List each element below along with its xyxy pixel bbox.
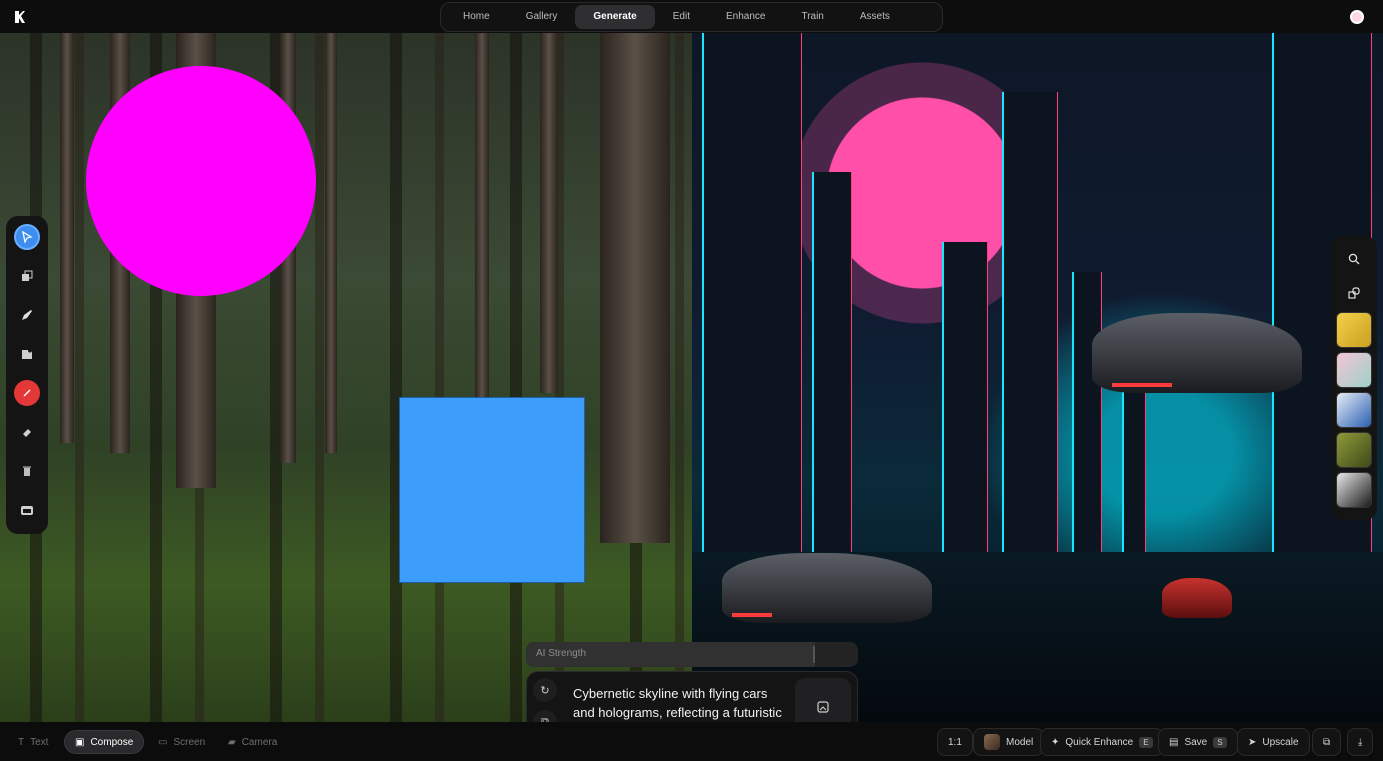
trash-icon: [23, 466, 31, 476]
upscale-label: Upscale: [1262, 736, 1299, 748]
quick-enhance-label: Quick Enhance: [1065, 736, 1134, 748]
save-label: Save: [1184, 736, 1208, 748]
eraser-icon: [23, 429, 31, 437]
text-icon: T: [18, 736, 25, 748]
sparkle-icon: ✦: [1051, 736, 1060, 748]
right-panel: [1331, 236, 1377, 520]
download-icon: ⤓: [1358, 736, 1363, 748]
model-label: Model: [1006, 736, 1034, 748]
user-avatar[interactable]: [1350, 10, 1364, 24]
capture-tool[interactable]: [14, 497, 40, 523]
nav-generate[interactable]: Generate: [575, 5, 655, 29]
color-tool[interactable]: [14, 380, 40, 406]
cursor-icon: [22, 231, 33, 243]
compose-icon: ▣: [75, 736, 85, 748]
style-thumbnail[interactable]: [1336, 312, 1372, 348]
nav-enhance[interactable]: Enhance: [708, 5, 783, 29]
nav-train[interactable]: Train: [783, 5, 841, 29]
layers-icon: [22, 270, 33, 281]
main-nav: Home Gallery Generate Edit Enhance Train…: [440, 2, 943, 32]
monitor-icon: ▭: [158, 736, 168, 748]
mode-text[interactable]: T Text: [8, 730, 58, 754]
send-icon: ➤: [1248, 736, 1257, 748]
eraser-tool[interactable]: [14, 419, 40, 445]
image-tool[interactable]: [14, 341, 40, 367]
camera-icon: ▰: [228, 736, 236, 748]
duplicate-button[interactable]: ⧉: [1312, 728, 1342, 756]
magenta-circle-shape[interactable]: [86, 66, 316, 296]
canvas[interactable]: [0, 33, 1383, 722]
cyber-city-image: [692, 33, 1383, 722]
model-button[interactable]: Model: [973, 728, 1045, 756]
mode-compose[interactable]: ▣ Compose: [64, 730, 145, 754]
pen-tool[interactable]: [14, 302, 40, 328]
image-add-icon: [22, 348, 32, 359]
nav-assets[interactable]: Assets: [842, 5, 908, 29]
nav-home[interactable]: Home: [445, 5, 508, 29]
reset-prompt-button[interactable]: ↻: [533, 678, 557, 702]
top-bar: Home Gallery Generate Edit Enhance Train…: [0, 0, 1383, 33]
tool-palette: [6, 216, 48, 534]
select-tool[interactable]: [14, 224, 40, 250]
search-button[interactable]: [1339, 244, 1369, 274]
refresh-icon: ↻: [540, 684, 550, 697]
pen-icon: [22, 310, 32, 320]
blue-square-shape[interactable]: [399, 397, 585, 583]
download-button[interactable]: ⤓: [1347, 728, 1374, 756]
ai-strength-handle[interactable]: [812, 646, 815, 663]
mode-camera[interactable]: ▰ Camera: [218, 730, 287, 754]
color-picker-icon: [23, 389, 31, 397]
copy-icon: ⧉: [1323, 736, 1331, 748]
save-button[interactable]: ▤ Save S: [1158, 728, 1238, 756]
style-thumbnail[interactable]: [1336, 432, 1372, 468]
search-icon: [1348, 253, 1360, 265]
style-reference-button[interactable]: [1339, 278, 1369, 308]
save-icon: ▤: [1169, 736, 1179, 748]
style-thumbnail[interactable]: [1336, 392, 1372, 428]
bottom-bar: T Text ▣ Compose ▭ Screen ▰ Camera 1:1 M…: [0, 722, 1383, 761]
mode-screen[interactable]: ▭ Screen: [148, 730, 215, 754]
app-logo-icon[interactable]: [14, 10, 26, 24]
nav-edit[interactable]: Edit: [655, 5, 708, 29]
aspect-ratio-button[interactable]: 1:1: [937, 728, 973, 756]
image-sparkle-icon: [816, 700, 829, 713]
ai-strength-slider[interactable]: AI Strength: [526, 642, 858, 667]
layers-tool[interactable]: [14, 263, 40, 289]
aspect-ratio-label: 1:1: [948, 736, 962, 748]
shapes-icon: [1348, 287, 1360, 299]
style-thumbnail[interactable]: [1336, 352, 1372, 388]
save-shortcut: S: [1213, 736, 1227, 748]
upscale-button[interactable]: ➤ Upscale: [1237, 728, 1310, 756]
delete-tool[interactable]: [14, 458, 40, 484]
quick-enhance-shortcut: E: [1139, 736, 1153, 748]
camera-frame-icon: [21, 506, 33, 515]
nav-gallery[interactable]: Gallery: [508, 5, 576, 29]
style-thumbnail[interactable]: [1336, 472, 1372, 508]
quick-enhance-button[interactable]: ✦ Quick Enhance E: [1040, 728, 1164, 756]
model-avatar: [984, 734, 1000, 750]
ai-strength-label: AI Strength: [536, 648, 587, 659]
